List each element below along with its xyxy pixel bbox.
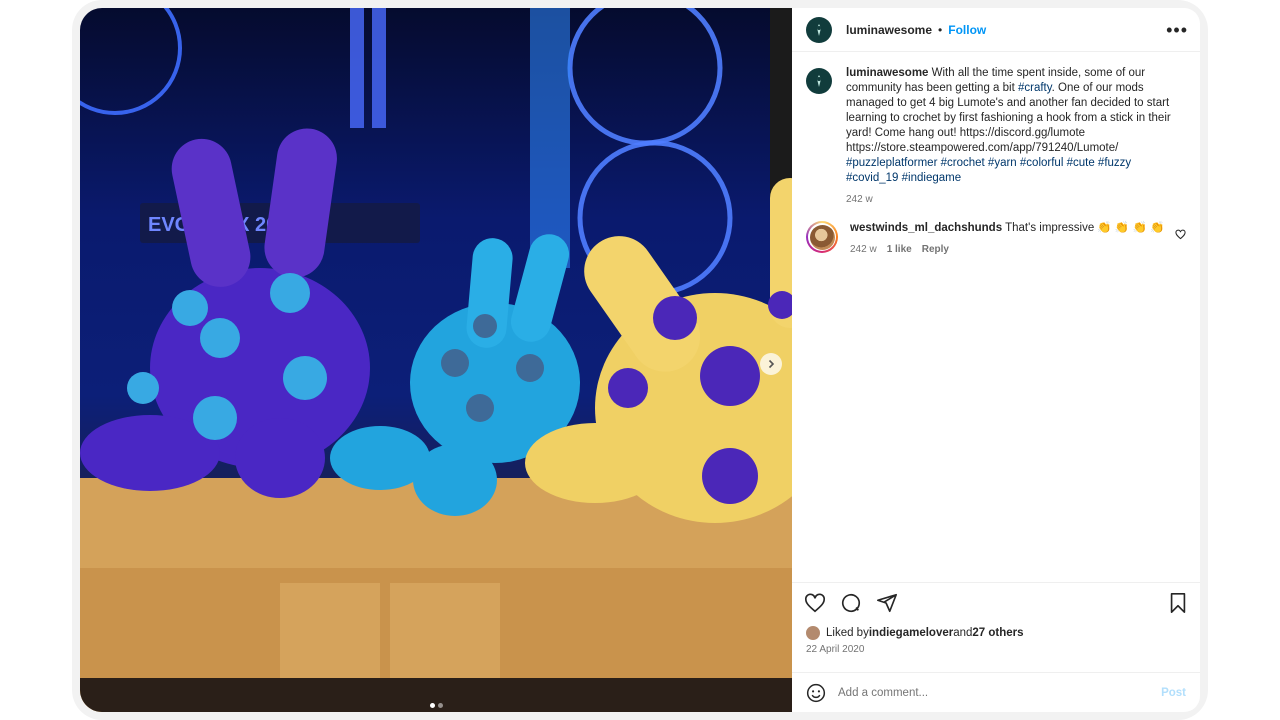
caption: luminawesome With all the time spent ins… — [806, 66, 1186, 207]
post-dialog: EVGA RTX 2070 — [80, 8, 1200, 712]
caption-time[interactable]: 242 w — [846, 192, 873, 207]
emoji-icon[interactable] — [806, 683, 826, 703]
share-paper-plane-icon[interactable] — [876, 592, 898, 614]
lumote-logo-icon — [817, 75, 821, 87]
comment-likes[interactable]: 1 like — [887, 242, 912, 257]
add-comment-input[interactable] — [838, 686, 1162, 699]
commenter-avatar[interactable] — [806, 221, 838, 253]
reply-button[interactable]: Reply — [922, 242, 949, 257]
caption-username[interactable]: luminawesome — [846, 67, 928, 79]
post-comment-button[interactable]: Post — [1161, 687, 1186, 699]
comment-meta: 242 w 1 like Reply — [850, 242, 1164, 257]
hashtag[interactable]: #colorful — [1020, 157, 1063, 169]
hashtag[interactable]: #covid_19 — [846, 172, 898, 184]
likes-summary: Liked by indiegamelover and 27 others — [792, 622, 1200, 644]
hashtag[interactable]: #crochet — [941, 157, 985, 169]
save-bookmark-icon[interactable] — [1168, 592, 1188, 614]
post-media[interactable]: EVGA RTX 2070 — [80, 8, 792, 712]
post-date[interactable]: 22 April 2020 — [792, 644, 1200, 662]
caption-body: luminawesome With all the time spent ins… — [846, 66, 1186, 207]
hashtag[interactable]: #yarn — [988, 157, 1017, 169]
likes-prefix: Liked by — [826, 627, 869, 639]
next-media-button[interactable] — [760, 353, 782, 375]
pagination-dot-active — [429, 703, 435, 708]
comment-time[interactable]: 242 w — [850, 242, 877, 257]
chevron-right-icon — [768, 359, 775, 369]
post-photo: EVGA RTX 2070 — [80, 8, 792, 712]
author-username[interactable]: luminawesome — [846, 23, 932, 37]
hashtag[interactable]: #fuzzy — [1098, 157, 1131, 169]
hashtag[interactable]: #indiegame — [902, 172, 961, 184]
post-sidebar: luminawesome • Follow ••• luminawesome W… — [792, 8, 1200, 712]
comment-text: That's impressive 👏 👏 👏 👏 — [1005, 222, 1165, 234]
action-bar — [792, 582, 1200, 622]
header-separator: • — [938, 22, 943, 37]
caption-meta: 242 w — [846, 192, 1186, 207]
pagination-dot — [437, 703, 443, 708]
liker-username[interactable]: indiegamelover — [869, 627, 953, 639]
comment-like-heart-icon[interactable] — [1175, 227, 1186, 245]
likes-mid: and — [953, 627, 973, 639]
comment-body: westwinds_ml_dachshunds That's impressiv… — [850, 221, 1164, 257]
more-options-icon[interactable]: ••• — [1166, 21, 1188, 39]
caption-avatar[interactable] — [806, 68, 832, 94]
hashtag[interactable]: #cute — [1067, 157, 1095, 169]
comment-bubble-icon[interactable] — [840, 592, 862, 614]
avatar-ring-inner — [808, 223, 836, 251]
media-pagination — [80, 703, 792, 708]
comments-list: luminawesome With all the time spent ins… — [792, 52, 1200, 582]
liker-avatar[interactable] — [806, 626, 820, 640]
comment-item: westwinds_ml_dachshunds That's impressiv… — [806, 221, 1186, 257]
like-heart-icon[interactable] — [804, 592, 826, 614]
comment-username[interactable]: westwinds_ml_dachshunds — [850, 222, 1002, 234]
hashtag[interactable]: #crafty — [1018, 82, 1052, 94]
lumote-logo-icon — [817, 23, 821, 36]
post-header: luminawesome • Follow ••• — [792, 8, 1200, 52]
avatar-photo — [809, 224, 835, 250]
likes-others[interactable]: 27 others — [972, 627, 1023, 639]
hashtag[interactable]: #puzzleplatformer — [846, 157, 937, 169]
add-comment-bar: Post — [792, 672, 1200, 712]
author-avatar[interactable] — [806, 16, 832, 43]
follow-button[interactable]: Follow — [948, 23, 986, 37]
